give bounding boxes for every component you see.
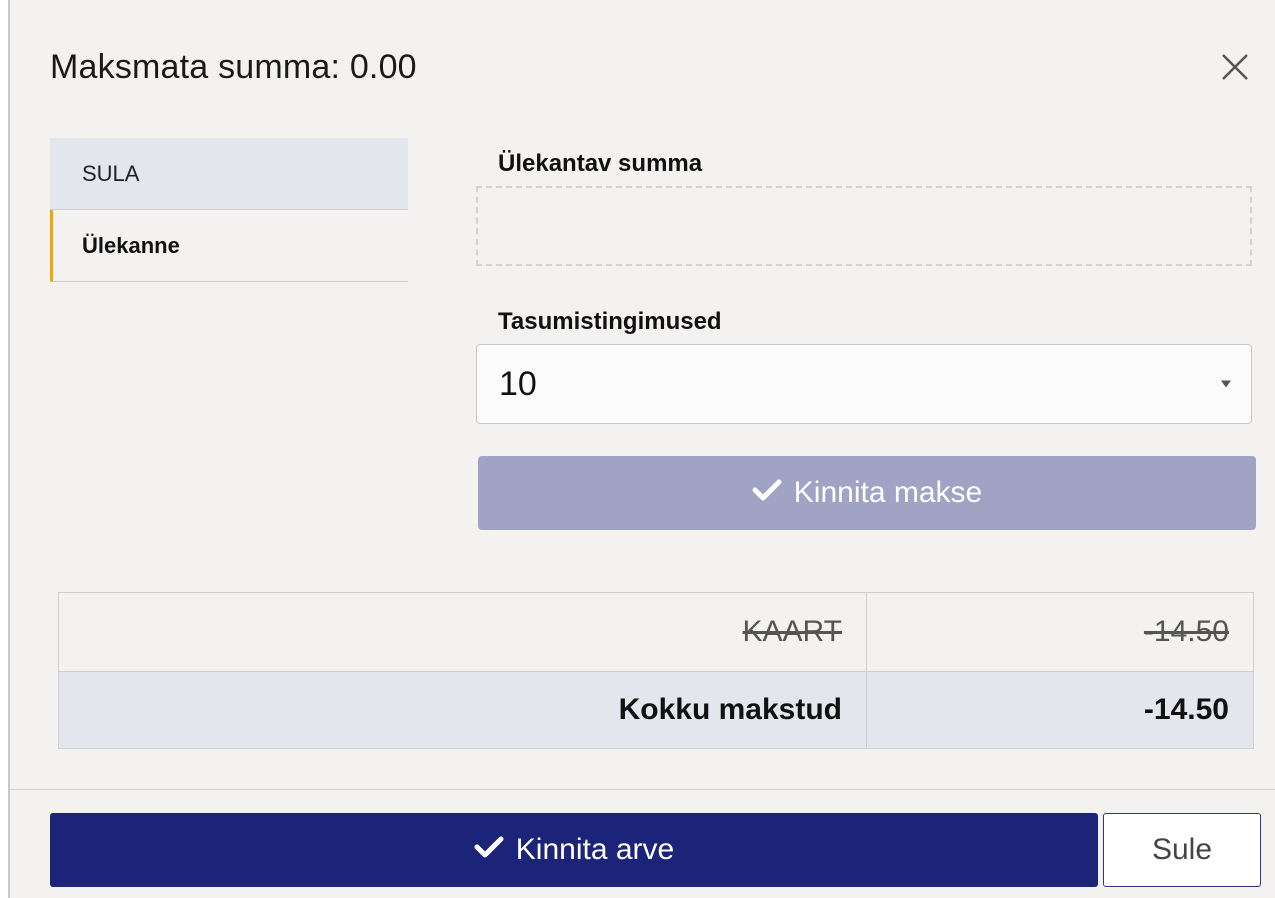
tab-label: SULA xyxy=(82,160,140,186)
terms-label: Tasumistingimused xyxy=(498,308,722,335)
check-icon xyxy=(752,476,782,510)
footer-divider xyxy=(10,789,1275,790)
total-label: Kokku makstud xyxy=(58,671,867,749)
payment-dialog: Maksmata summa: 0.00 SULA Ülekanne Üleka… xyxy=(8,0,1275,898)
check-icon xyxy=(474,833,504,867)
total-row: Kokku makstud -14.50 xyxy=(58,671,1254,749)
amount-field[interactable] xyxy=(476,186,1252,266)
dialog-title: Maksmata summa: 0.00 xyxy=(50,48,417,86)
tab-ulekanne[interactable]: Ülekanne xyxy=(50,210,408,282)
amount-label: Ülekantav summa xyxy=(498,150,703,177)
chevron-down-icon xyxy=(1221,380,1231,388)
payments-table: KAART -14.50 Kokku makstud -14.50 xyxy=(58,592,1254,749)
close-button[interactable]: Sule xyxy=(1103,813,1261,887)
terms-select[interactable]: 10 xyxy=(476,344,1252,424)
payment-amount: -14.50 xyxy=(866,592,1254,672)
confirm-payment-label: Kinnita makse xyxy=(793,476,983,509)
close-icon[interactable] xyxy=(1212,44,1258,90)
payment-method-tabs: SULA Ülekanne xyxy=(50,138,408,282)
table-row: KAART -14.50 xyxy=(58,592,1254,672)
payment-method: KAART xyxy=(58,592,867,672)
tab-label: Ülekanne xyxy=(82,232,180,258)
tab-sula[interactable]: SULA xyxy=(50,138,408,210)
confirm-payment-button[interactable]: Kinnita makse xyxy=(478,456,1256,530)
confirm-invoice-button[interactable]: Kinnita arve xyxy=(50,813,1098,887)
total-value: -14.50 xyxy=(866,671,1254,749)
confirm-invoice-label: Kinnita arve xyxy=(515,833,675,866)
terms-selected-value: 10 xyxy=(499,364,537,403)
